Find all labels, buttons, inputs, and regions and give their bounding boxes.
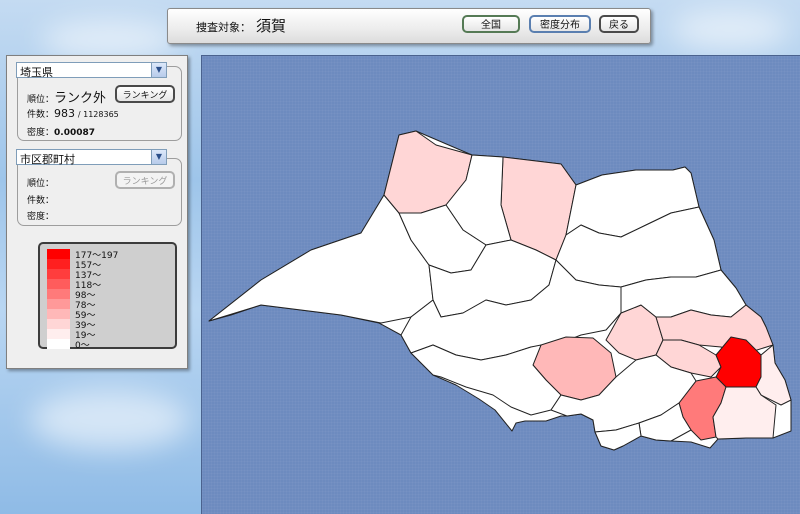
nationwide-button[interactable]: 全国 [462, 15, 520, 33]
prefecture-density-label: 密度： [27, 128, 55, 138]
legend-swatch [47, 259, 70, 269]
legend-swatch [47, 339, 70, 349]
back-button[interactable]: 戻る [599, 15, 639, 33]
info-panel: 埼玉県 ▼ 順位：ランク外 ランキング 件数：983 / 1128365 密度：… [6, 55, 188, 369]
municipality-ranking-button[interactable]: ランキング [115, 171, 175, 189]
municipality-select-value: 市区郡町村 [20, 153, 75, 166]
chevron-down-icon[interactable]: ▼ [151, 150, 166, 164]
density-legend: 177〜197 157〜 137〜 118〜 98〜 78〜 59〜 39〜 1… [38, 242, 177, 351]
density-distribution-button[interactable]: 密度分布 [529, 15, 591, 33]
map-area[interactable] [201, 55, 800, 514]
prefecture-density-value: 0.00087 [54, 128, 96, 138]
prefecture-count-label: 件数： [27, 110, 55, 120]
municipality-rank-label: 順位： [27, 179, 55, 189]
legend-swatch [47, 279, 70, 289]
prefecture-select[interactable]: 埼玉県 ▼ [16, 62, 167, 79]
prefecture-map[interactable] [201, 55, 800, 514]
prefecture-count-row: 件数：983 / 1128365 [27, 107, 119, 120]
search-target-value: 須賀 [256, 17, 287, 35]
legend-label: 0〜 [75, 341, 90, 351]
legend-swatch [47, 289, 70, 299]
legend-swatch [47, 299, 70, 309]
municipality-density-label: 密度： [27, 212, 55, 222]
legend-swatch [47, 249, 70, 259]
prefecture-count-value: 983 [54, 107, 76, 120]
prefecture-rank-label: 順位： [27, 95, 55, 105]
legend-swatch [47, 309, 70, 319]
legend-swatch [47, 269, 70, 279]
search-target-label: 捜査対象： [196, 21, 251, 34]
legend-swatch [47, 319, 70, 329]
prefecture-select-value: 埼玉県 [20, 66, 53, 79]
prefecture-rank-value: ランク外 [54, 91, 107, 106]
legend-swatch [47, 329, 70, 339]
municipality-count-label: 件数： [27, 196, 55, 206]
municipality-select[interactable]: 市区郡町村 ▼ [16, 149, 167, 166]
search-toolbar: 捜査対象： 須賀 全国 密度分布 戻る [167, 8, 651, 44]
prefecture-density-row: 密度：0.00087 [27, 125, 95, 138]
chevron-down-icon[interactable]: ▼ [151, 63, 166, 77]
prefecture-count-total: / 1128365 [77, 110, 119, 119]
prefecture-ranking-button[interactable]: ランキング [115, 85, 175, 103]
prefecture-rank-row: 順位：ランク外 [27, 87, 106, 106]
